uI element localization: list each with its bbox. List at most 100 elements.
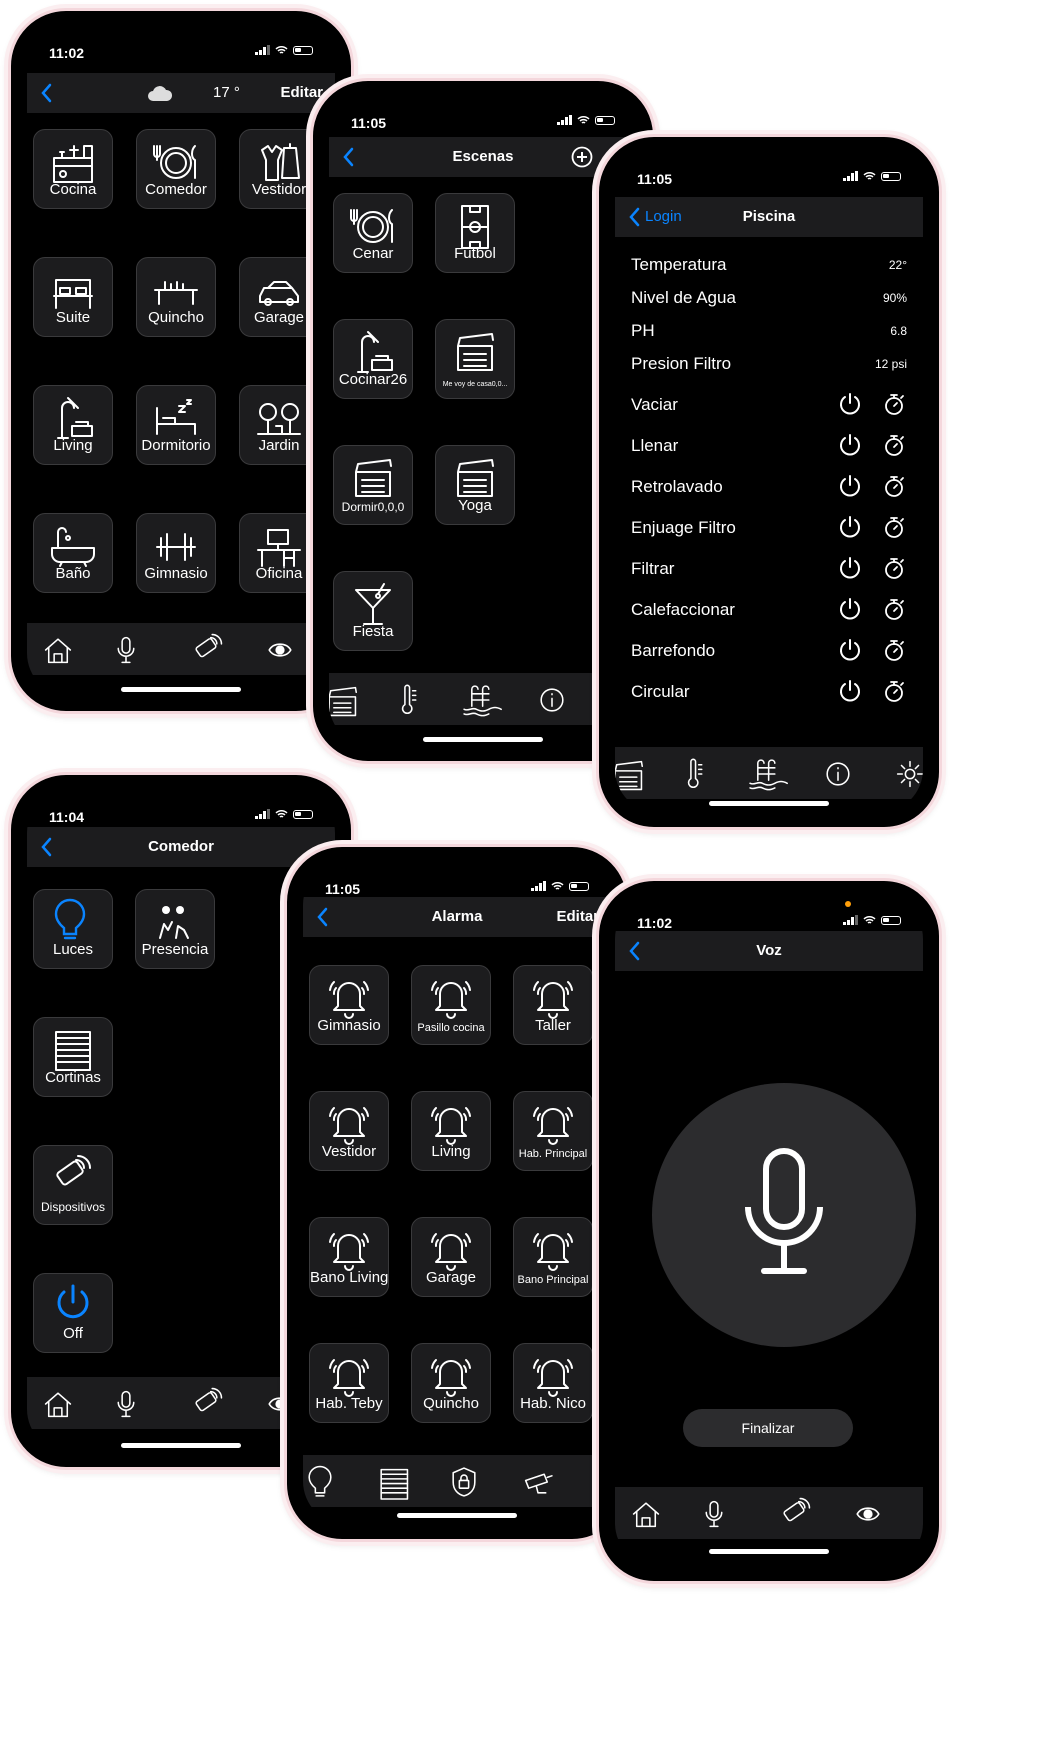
tile-cortinas[interactable]: Cortinas [33,1017,113,1097]
tab-bar [329,673,637,725]
timer-icon[interactable] [881,514,907,540]
tile-taller[interactable]: Taller [513,965,593,1045]
tile-dormitorio[interactable]: Dormitorio [136,385,216,465]
wifi-icon [275,810,288,818]
tile-quincho[interactable]: Quincho [136,257,216,337]
security-camera-icon[interactable] [521,1465,555,1499]
tile-dormir0-0-0[interactable]: Dormir0,0,0 [333,445,413,525]
tile-luces[interactable]: Luces [33,889,113,969]
power-icon[interactable] [837,391,863,417]
shield-lock-icon[interactable] [447,1465,481,1499]
home-icon[interactable] [629,1497,663,1531]
home-indicator [709,1549,829,1554]
tile-garage[interactable]: Garage [239,257,319,337]
power-icon[interactable] [837,432,863,458]
tile-hab-teby[interactable]: Hab. Teby [309,1343,389,1423]
tile-label: Oficina [255,565,303,582]
microphone-icon[interactable] [109,1387,143,1421]
power-icon[interactable] [837,596,863,622]
clapperboard-icon[interactable] [329,683,357,717]
power-icon[interactable] [837,514,863,540]
timer-icon[interactable] [881,432,907,458]
timer-icon[interactable] [881,678,907,704]
timer-icon[interactable] [881,473,907,499]
signal-icon [843,915,858,925]
clapperboard-icon[interactable] [615,757,643,791]
tile-bano-principal[interactable]: Bano Principal [513,1217,593,1297]
tile-label: Fiesta [352,623,394,640]
tile-pasillo-cocina[interactable]: Pasillo cocina [411,965,491,1045]
power-icon[interactable] [837,678,863,704]
home-icon[interactable] [41,1387,75,1421]
signal-icon [255,809,270,819]
eye-icon[interactable] [263,633,297,667]
tile-vestidor[interactable]: Vestidor [239,129,319,209]
tile-label: Living [431,1143,471,1160]
tile-jardin[interactable]: Jardin [239,385,319,465]
pool-ladder-icon[interactable] [461,683,502,717]
tile-comedor[interactable]: Comedor [136,129,216,209]
bulb-icon[interactable] [303,1465,337,1499]
pool-ladder-icon[interactable] [747,757,788,791]
tile-living[interactable]: Living [33,385,113,465]
power-icon[interactable] [837,637,863,663]
tile-cocinar26[interactable]: Cocinar26 [333,319,413,399]
info-icon[interactable] [821,757,855,791]
tile-gimnasio[interactable]: Gimnasio [136,513,216,593]
timer-icon[interactable] [881,391,907,417]
tile-bano-living[interactable]: Bano Living [309,1217,389,1297]
remote-control-icon[interactable] [189,1387,223,1421]
info-icon[interactable] [535,683,569,717]
thermometer-icon[interactable] [391,683,425,717]
eye-icon[interactable] [851,1497,885,1531]
power-icon[interactable] [837,473,863,499]
microphone-icon[interactable] [109,633,143,667]
finish-button[interactable]: Finalizar [683,1409,853,1447]
tile-hab-nico[interactable]: Hab. Nico [513,1343,593,1423]
status-icons [255,45,313,55]
home-indicator [709,801,829,806]
tile-presencia[interactable]: Presencia [135,889,215,969]
thermometer-icon[interactable] [677,757,711,791]
timer-icon[interactable] [881,555,907,581]
tile-garage[interactable]: Garage [411,1217,491,1297]
microphone-icon[interactable] [697,1497,731,1531]
remote-control-icon[interactable] [777,1497,811,1531]
tile-gimnasio[interactable]: Gimnasio [309,965,389,1045]
tile-off[interactable]: Off [33,1273,113,1353]
timer-icon[interactable] [881,637,907,663]
tile-fiesta[interactable]: Fiesta [333,571,413,651]
home-icon[interactable] [41,633,75,667]
tile-me-voy-de-casa0-0-[interactable]: Me voy de casa0,0... [435,319,515,399]
back-chevron-icon[interactable] [37,81,57,105]
gear-icon[interactable] [893,757,923,791]
tile-hab-principal[interactable]: Hab. Principal [513,1091,593,1171]
tile-label: Cocina [49,181,97,198]
tile-suite[interactable]: Suite [33,257,113,337]
tile-vestidor[interactable]: Vestidor [309,1091,389,1171]
tile-oficina[interactable]: Oficina [239,513,319,593]
home-screen: 11:02 17 ° Editar Cocina Comedor Vestidor S… [27,25,335,697]
edit-button[interactable]: Editar [280,84,323,101]
reading-label: Nivel de Agua [631,288,736,307]
battery-icon [595,115,615,125]
remote-control-icon[interactable] [189,633,223,667]
tile-dispositivos[interactable]: Dispositivos [33,1145,113,1225]
tile-quincho[interactable]: Quincho [411,1343,491,1423]
control-row: Filtrar [631,551,907,587]
mic-button[interactable] [652,1083,916,1347]
reading-row: PH 6.8 [631,313,907,349]
status-time: 11:05 [351,115,387,131]
add-circle-icon[interactable] [571,146,593,168]
tile-baño[interactable]: Baño [33,513,113,593]
phone-voice: 11:02 Voz Finalizar [596,878,942,1584]
tile-yoga[interactable]: Yoga [435,445,515,525]
timer-icon[interactable] [881,596,907,622]
blinds-icon[interactable] [375,1465,409,1500]
edit-button[interactable]: Editar [556,908,599,925]
tile-cenar[interactable]: Cenar [333,193,413,273]
tile-living[interactable]: Living [411,1091,491,1171]
tile-cocina[interactable]: Cocina [33,129,113,209]
tile-futbol[interactable]: Futbol [435,193,515,273]
power-icon[interactable] [837,555,863,581]
